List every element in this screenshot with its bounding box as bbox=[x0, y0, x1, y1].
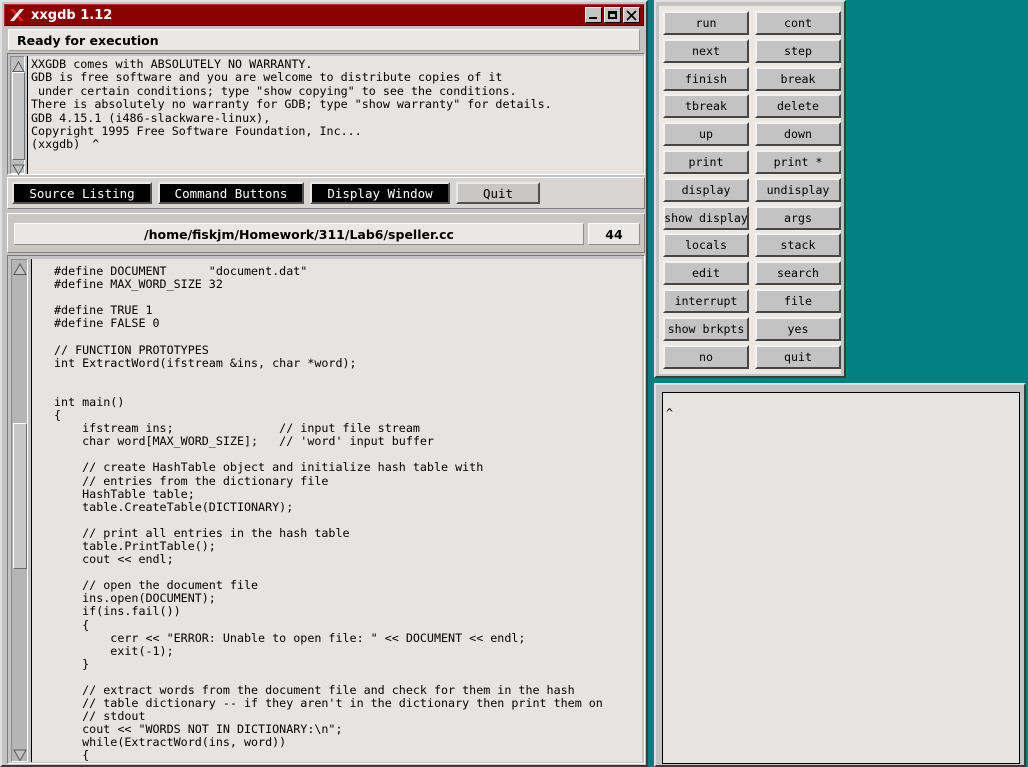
display-window: ^ bbox=[654, 383, 1026, 767]
source-code-text[interactable]: #define DOCUMENT "document.dat" #define … bbox=[31, 259, 642, 762]
console-scrollbar[interactable] bbox=[10, 56, 25, 174]
gdb-console-panel: XXGDB comes with ABSOLUTELY NO WARRANTY.… bbox=[7, 53, 645, 175]
command-button-cont[interactable]: cont bbox=[755, 11, 841, 35]
source-listing-panel: #define DOCUMENT "document.dat" #define … bbox=[7, 255, 645, 764]
command-button-step[interactable]: step bbox=[755, 39, 841, 63]
command-button-grid: runcontnextstepfinishbreaktbreakdeleteup… bbox=[659, 6, 841, 374]
console-line: under certain conditions; type "show cop… bbox=[31, 85, 643, 98]
command-button-quit[interactable]: quit bbox=[755, 345, 841, 369]
command-button-show-display[interactable]: show display bbox=[663, 206, 749, 230]
scroll-down-arrow-icon[interactable] bbox=[12, 161, 25, 174]
display-caret: ^ bbox=[666, 406, 673, 420]
titlebar-buttons bbox=[585, 7, 643, 23]
line-number-text: 44 bbox=[605, 227, 622, 242]
console-line: Copyright 1995 Free Software Foundation,… bbox=[31, 125, 643, 138]
console-caret: ^ bbox=[92, 138, 99, 151]
command-button-interrupt[interactable]: interrupt bbox=[663, 289, 749, 313]
quit-button[interactable]: Quit bbox=[456, 182, 540, 204]
command-button-search[interactable]: search bbox=[755, 261, 841, 285]
close-icon[interactable] bbox=[623, 7, 640, 23]
console-line: There is absolutely no warranty for GDB;… bbox=[31, 98, 643, 111]
source-scrollbar[interactable] bbox=[11, 259, 28, 762]
file-bar: /home/fiskjm/Homework/311/Lab6/speller.c… bbox=[7, 213, 645, 253]
command-button-down[interactable]: down bbox=[755, 122, 841, 146]
source-listing-button[interactable]: Source Listing bbox=[12, 182, 152, 204]
status-bar: Ready for execution bbox=[8, 29, 640, 51]
command-button-finish[interactable]: finish bbox=[663, 67, 749, 91]
command-button-file[interactable]: file bbox=[755, 289, 841, 313]
filename-field[interactable]: /home/fiskjm/Homework/311/Lab6/speller.c… bbox=[14, 223, 584, 245]
desktop: xxgdb 1.12 Ready for execution bbox=[0, 0, 1028, 767]
command-button-locals[interactable]: locals bbox=[663, 233, 749, 257]
filename-text: /home/fiskjm/Homework/311/Lab6/speller.c… bbox=[144, 227, 454, 242]
command-button-show-brkpts[interactable]: show brkpts bbox=[663, 317, 749, 341]
console-line: (xxgdb) ^ bbox=[31, 138, 643, 151]
source-scroll-thumb[interactable] bbox=[13, 423, 27, 569]
scroll-up-arrow-icon[interactable] bbox=[12, 58, 25, 71]
command-buttons-button[interactable]: Command Buttons bbox=[158, 182, 304, 204]
command-button-print[interactable]: print bbox=[663, 150, 749, 174]
title-bar[interactable]: xxgdb 1.12 bbox=[4, 4, 644, 26]
line-number-field[interactable]: 44 bbox=[588, 223, 640, 245]
command-button-args[interactable]: args bbox=[755, 206, 841, 230]
command-button-edit[interactable]: edit bbox=[663, 261, 749, 285]
command-button-run[interactable]: run bbox=[663, 11, 749, 35]
console-scroll-thumb[interactable] bbox=[12, 72, 25, 160]
command-button-display[interactable]: display bbox=[663, 178, 749, 202]
window-title: xxgdb 1.12 bbox=[31, 8, 112, 23]
scroll-down-arrow-icon[interactable] bbox=[13, 747, 27, 761]
command-button-next[interactable]: next bbox=[663, 39, 749, 63]
command-button-print-[interactable]: print * bbox=[755, 150, 841, 174]
command-button-undisplay[interactable]: undisplay bbox=[755, 178, 841, 202]
command-button-delete[interactable]: delete bbox=[755, 94, 841, 118]
x-logo-icon bbox=[8, 6, 26, 24]
maximize-icon[interactable] bbox=[604, 7, 621, 23]
scroll-up-arrow-icon[interactable] bbox=[13, 261, 27, 275]
command-button-up[interactable]: up bbox=[663, 122, 749, 146]
view-toggle-row: Source Listing Command Buttons Display W… bbox=[7, 177, 645, 209]
command-button-break[interactable]: break bbox=[755, 67, 841, 91]
minimize-icon[interactable] bbox=[585, 7, 602, 23]
command-button-stack[interactable]: stack bbox=[755, 233, 841, 257]
console-line: GDB is free software and you are welcome… bbox=[31, 71, 643, 84]
gdb-console-output[interactable]: XXGDB comes with ABSOLUTELY NO WARRANTY.… bbox=[27, 56, 643, 174]
console-line: XXGDB comes with ABSOLUTELY NO WARRANTY. bbox=[31, 58, 643, 71]
console-line: GDB 4.15.1 (i486-slackware-linux), bbox=[31, 112, 643, 125]
display-window-content[interactable]: ^ bbox=[662, 392, 1020, 764]
display-window-button[interactable]: Display Window bbox=[310, 182, 450, 204]
command-button-yes[interactable]: yes bbox=[755, 317, 841, 341]
xxgdb-main-window: xxgdb 1.12 Ready for execution bbox=[0, 0, 648, 767]
command-button-no[interactable]: no bbox=[663, 345, 749, 369]
status-text: Ready for execution bbox=[17, 33, 159, 48]
command-buttons-window: runcontnextstepfinishbreaktbreakdeleteup… bbox=[654, 0, 846, 378]
command-button-tbreak[interactable]: tbreak bbox=[663, 94, 749, 118]
